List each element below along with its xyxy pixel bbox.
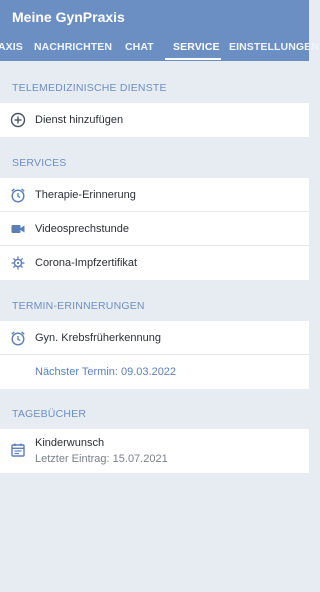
section-header-telemedicine: TELEMEDIZINISCHE DIENSTE [12, 82, 167, 94]
therapy-reminder-row[interactable]: Therapie-Erinnerung [0, 178, 309, 212]
video-consultation-label: Videosprechstunde [35, 222, 129, 235]
add-service-label: Dienst hinzufügen [35, 114, 124, 126]
tab-chat[interactable]: CHAT [125, 41, 154, 53]
add-service-row[interactable]: Dienst hinzufügen [0, 103, 309, 137]
therapy-reminder-label: Therapie-Erinnerung [35, 188, 136, 201]
alarm-clock-icon [10, 330, 26, 346]
video-consultation-row[interactable]: Videosprechstunde [0, 212, 309, 246]
section-header-services: SERVICES [12, 157, 67, 169]
active-tab-indicator [165, 58, 221, 60]
add-circle-icon [10, 112, 26, 128]
next-appointment-row[interactable]: Nächster Termin: 09.03.2022 [0, 355, 309, 389]
next-appointment-link[interactable]: Nächster Termin: 09.03.2022 [35, 366, 176, 378]
tab-einstellungen[interactable]: EINSTELLUNGEN [229, 41, 319, 53]
calendar-icon [10, 442, 26, 458]
video-camera-icon [10, 221, 26, 237]
tab-bar: AXIS NACHRICHTEN CHAT SERVICE EINSTELLUN… [0, 35, 319, 61]
vaccination-certificate-row[interactable]: Corona-Impfzertifikat [0, 246, 309, 280]
diaries-card: Kinderwunsch Letzter Eintrag: 15.07.2021 [0, 429, 309, 473]
reminders-card: Gyn. Krebsfrüherkennung Nächster Termin:… [0, 321, 309, 389]
app-title: Meine GynPraxis [12, 9, 125, 25]
cancer-screening-row[interactable]: Gyn. Krebsfrüherkennung [0, 321, 309, 355]
vaccination-certificate-label: Corona-Impfzertifikat [35, 257, 138, 269]
cancer-screening-label: Gyn. Krebsfrüherkennung [35, 331, 161, 344]
telemedicine-card: Dienst hinzufügen [0, 103, 309, 137]
section-header-diaries: TAGEBÜCHER [12, 408, 87, 420]
tab-praxis[interactable]: AXIS [0, 41, 23, 53]
diary-title: Kinderwunsch [35, 437, 105, 449]
tab-nachrichten[interactable]: NACHRICHTEN [34, 41, 112, 53]
section-header-reminders: TERMIN-ERINNERUNGEN [12, 300, 145, 312]
services-card: Therapie-Erinnerung Videosprechstunde Co… [0, 178, 309, 280]
diary-last-entry: Letzter Eintrag: 15.07.2021 [35, 453, 168, 465]
virus-icon [10, 255, 26, 271]
diary-row-kinderwunsch[interactable]: Kinderwunsch Letzter Eintrag: 15.07.2021 [0, 429, 309, 473]
alarm-clock-icon [10, 187, 26, 203]
tab-service[interactable]: SERVICE [173, 41, 220, 53]
app-bar: Meine GynPraxis AXIS NACHRICHTEN CHAT SE… [0, 0, 319, 61]
